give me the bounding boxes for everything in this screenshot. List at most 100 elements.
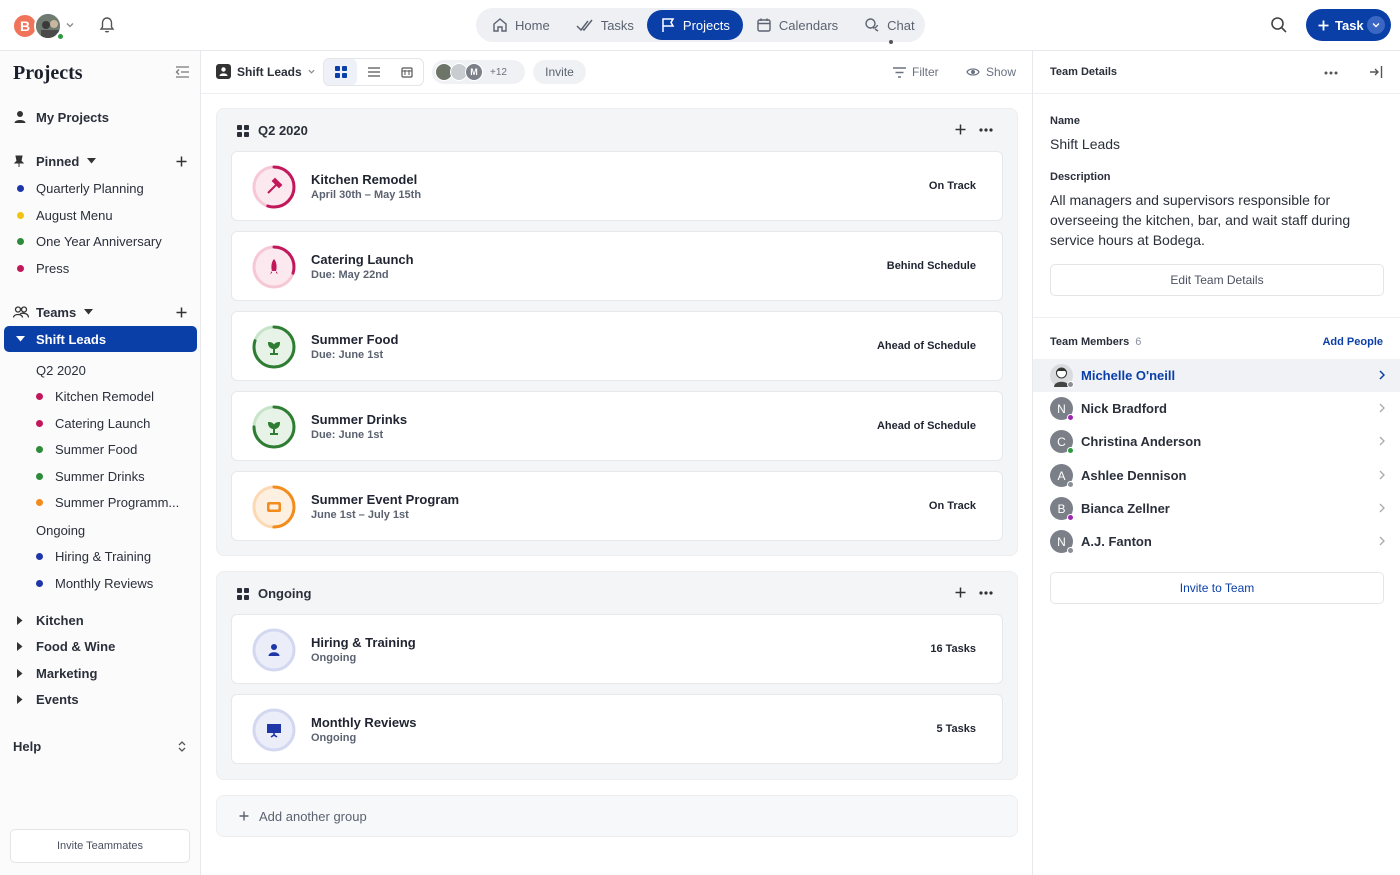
project-card[interactable]: Monthly Reviews Ongoing 5 Tasks	[231, 694, 1003, 764]
sidebar-project-item[interactable]: Monthly Reviews	[0, 570, 201, 596]
sidebar-project-item[interactable]: Summer Food	[0, 436, 201, 462]
add-group-button[interactable]: Add another group	[216, 795, 1018, 837]
project-dates: Ongoing	[311, 652, 357, 664]
project-card[interactable]: Catering Launch Due: May 22nd Behind Sch…	[231, 231, 1003, 301]
chevron-down-icon[interactable]	[1367, 16, 1385, 34]
collapse-sidebar-icon[interactable]	[175, 66, 190, 78]
caret-right-icon	[17, 668, 23, 678]
online-status-dot	[56, 32, 65, 41]
sidebar-team-marketing[interactable]: Marketing	[0, 660, 201, 686]
filter-button[interactable]: Filter	[893, 65, 939, 79]
search-icon[interactable]	[1270, 16, 1288, 34]
edit-team-details-button[interactable]: Edit Team Details	[1050, 264, 1384, 296]
nav-tasks[interactable]: Tasks	[563, 10, 647, 40]
filter-label: Filter	[912, 65, 939, 79]
sidebar-project-item[interactable]: Hiring & Training	[0, 543, 201, 569]
ticket-icon	[267, 502, 281, 512]
sidebar-item-shift-leads[interactable]: Shift Leads	[4, 326, 197, 352]
nav-chat-label: Chat	[887, 17, 915, 33]
sidebar-project-item[interactable]: Summer Drinks	[0, 463, 201, 489]
project-card[interactable]: Summer Event Program June 1st – July 1st…	[231, 471, 1003, 541]
sidebar-teams-header[interactable]: Teams	[0, 299, 201, 325]
team-badge-icon	[216, 64, 231, 79]
project-card[interactable]: Summer Food Due: June 1st Ahead of Sched…	[231, 311, 1003, 381]
project-status: Behind Schedule	[886, 260, 976, 272]
add-project-icon[interactable]	[955, 587, 966, 598]
add-project-icon[interactable]	[955, 124, 966, 135]
member-row[interactable]: B Bianca Zellner	[1033, 492, 1400, 525]
calendar-view-button[interactable]	[390, 59, 423, 85]
project-card[interactable]: Kitchen Remodel April 30th – May 15th On…	[231, 151, 1003, 221]
sidebar-team-kitchen[interactable]: Kitchen	[0, 607, 201, 633]
sidebar-group-ongoing[interactable]: Ongoing	[0, 517, 201, 543]
color-dot	[36, 445, 43, 453]
chevron-right-icon	[1379, 503, 1385, 513]
member-row[interactable]: C Christina Anderson	[1033, 425, 1400, 458]
close-panel-icon[interactable]	[1369, 65, 1383, 79]
nav-calendars[interactable]: Calendars	[743, 10, 851, 40]
member-row[interactable]: N Nick Bradford	[1033, 392, 1400, 425]
add-pinned-icon[interactable]	[176, 156, 187, 167]
project-label: Catering Launch	[55, 415, 151, 431]
grid-icon	[334, 66, 347, 78]
nav-home[interactable]: Home	[479, 10, 563, 40]
sidebar-item-pinned[interactable]: Quarterly Planning	[0, 175, 201, 201]
sidebar-project-item[interactable]: Kitchen Remodel	[0, 383, 201, 409]
nav-chat[interactable]: Chat	[851, 10, 927, 44]
task-count: 16 Tasks	[930, 643, 976, 655]
sidebar-team-food-wine[interactable]: Food & Wine	[0, 633, 201, 659]
sidebar-project-item[interactable]: Summer Programm...	[0, 489, 201, 515]
add-people-link[interactable]: Add People	[1322, 336, 1383, 348]
sidebar-pinned-header[interactable]: Pinned	[0, 148, 201, 174]
project-dates: Due: May 22nd	[311, 269, 389, 281]
panel-title: Team Details	[1050, 66, 1118, 78]
grid-icon	[237, 587, 249, 600]
teams-label: Teams	[36, 304, 77, 320]
sidebar-help[interactable]: Help	[0, 733, 201, 759]
new-task-button[interactable]: Task	[1306, 9, 1391, 41]
sidebar: Projects My Projects Pinned Quarterly Pl…	[0, 51, 201, 875]
progress-ring	[251, 244, 297, 290]
sidebar-group-q2-2020[interactable]: Q2 2020	[0, 357, 201, 383]
more-options-icon[interactable]	[979, 591, 993, 595]
invite-button[interactable]: Invite	[533, 60, 586, 84]
sidebar-item-pinned[interactable]: August Menu	[0, 202, 201, 228]
nav-projects[interactable]: Projects	[646, 10, 743, 40]
member-status-dot	[1067, 547, 1074, 554]
add-team-icon[interactable]	[176, 307, 187, 318]
list-view-button[interactable]	[357, 59, 390, 85]
team-member-avatars[interactable]: M +12	[432, 60, 525, 84]
more-options-icon[interactable]	[979, 128, 993, 132]
project-label: Hiring & Training	[55, 548, 152, 564]
member-name: A.J. Fanton	[1081, 534, 1152, 549]
caret-right-icon	[17, 615, 23, 625]
more-options-icon[interactable]	[1324, 71, 1338, 75]
member-row[interactable]: A Ashlee Dennison	[1033, 459, 1400, 492]
member-row[interactable]: N A.J. Fanton	[1033, 525, 1400, 558]
team-switcher[interactable]: Shift Leads	[216, 64, 315, 79]
eye-icon	[966, 67, 980, 77]
invite-to-team-button[interactable]: Invite to Team	[1050, 572, 1384, 604]
invite-teammates-button[interactable]: Invite Teammates	[10, 829, 190, 863]
project-title: Hiring & Training	[311, 635, 416, 650]
chat-icon	[864, 17, 880, 33]
grid-view-button[interactable]	[324, 59, 357, 85]
progress-ring	[251, 707, 297, 753]
sidebar-item-pinned[interactable]: One Year Anniversary	[0, 228, 201, 254]
project-card[interactable]: Summer Drinks Due: June 1st Ahead of Sch…	[231, 391, 1003, 461]
member-row[interactable]: Michelle O'neill	[1033, 359, 1400, 392]
chevron-down-icon[interactable]	[66, 21, 74, 29]
sidebar-item-my-projects[interactable]: My Projects	[0, 104, 201, 130]
sidebar-project-item[interactable]: Catering Launch	[0, 410, 201, 436]
task-count: 5 Tasks	[936, 723, 976, 735]
calendar-icon	[756, 17, 772, 33]
sidebar-item-pinned[interactable]: Press	[0, 255, 201, 281]
team-members-label: Team Members	[1050, 336, 1130, 348]
nav-calendars-label: Calendars	[778, 17, 839, 33]
home-icon	[492, 17, 508, 33]
project-card[interactable]: Hiring & Training Ongoing 16 Tasks	[231, 614, 1003, 684]
caret-down-icon	[16, 336, 25, 342]
sidebar-team-events[interactable]: Events	[0, 686, 201, 712]
bell-icon[interactable]	[98, 16, 116, 34]
show-button[interactable]: Show	[966, 65, 1016, 79]
